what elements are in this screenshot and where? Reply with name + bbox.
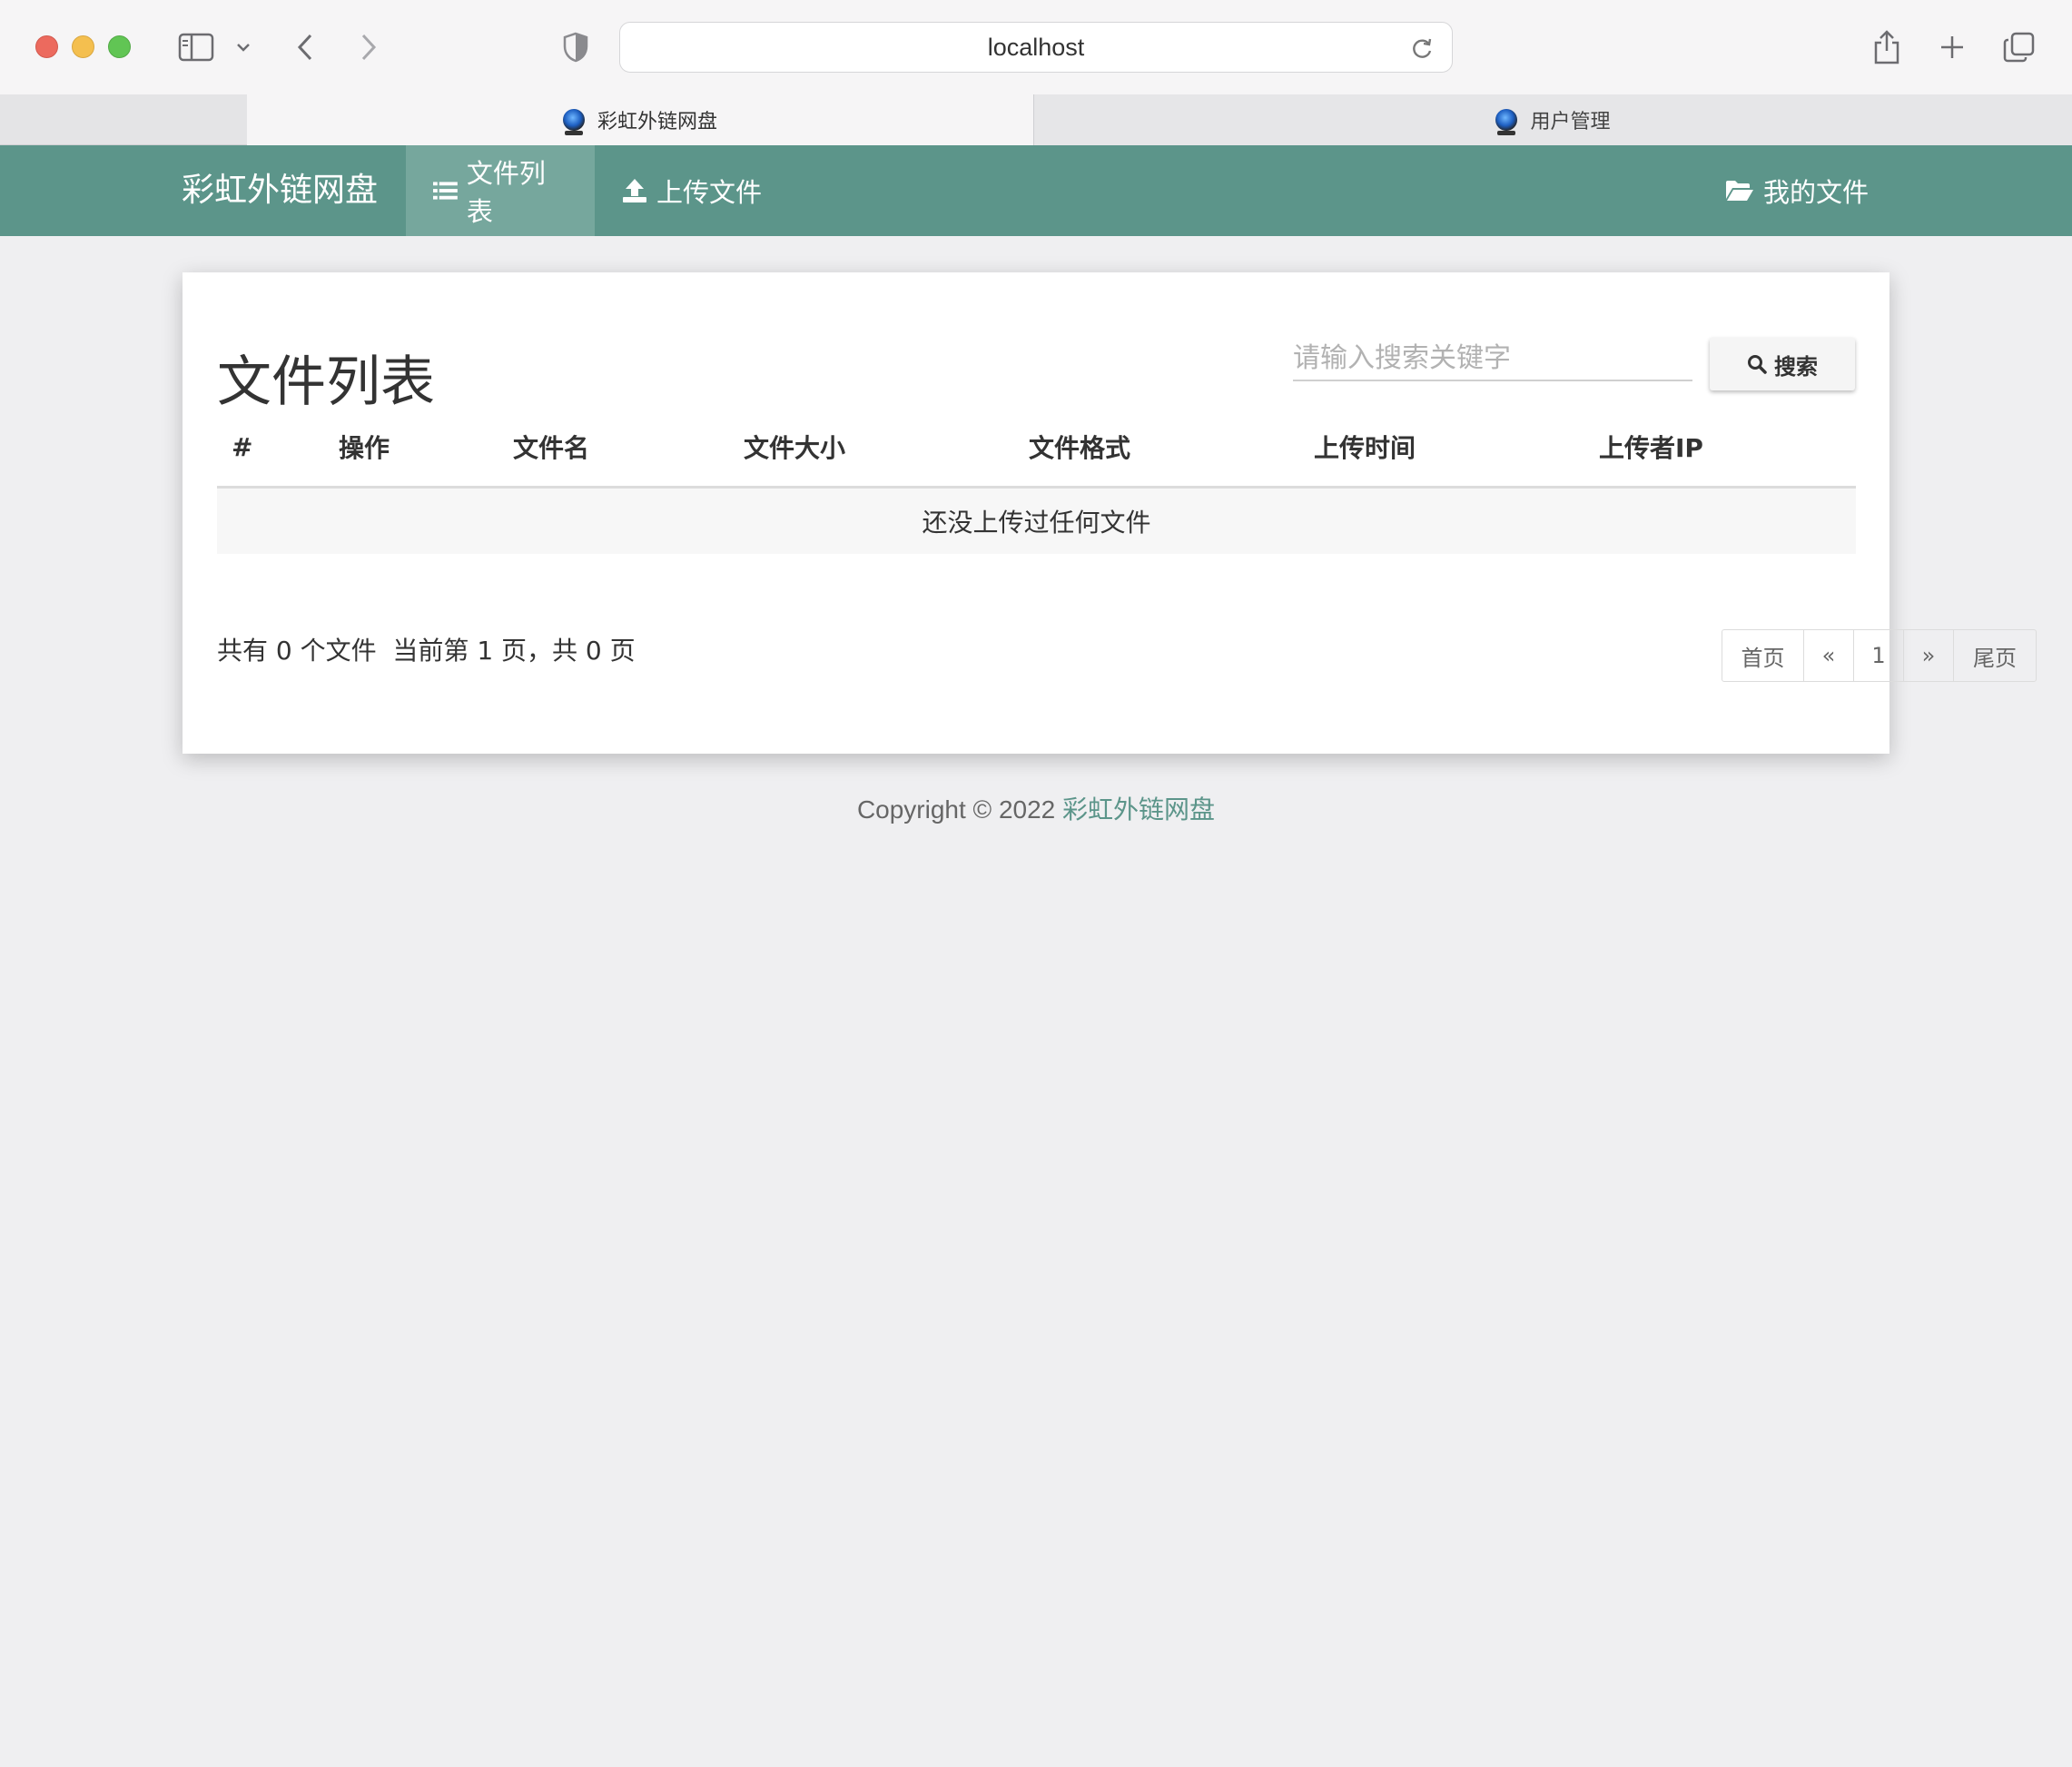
footer-brand-link[interactable]: 彩虹外链网盘 <box>1062 795 1215 824</box>
page-title: 文件列表 <box>217 350 435 414</box>
column-header-uploader-ip[interactable]: 上传者IP <box>1584 409 1856 489</box>
shield-icon[interactable] <box>561 25 590 69</box>
browser-window: localhost 彩虹外链网盘 用户管理 彩虹外链网盘 文件列表 上传文件 我… <box>0 0 2072 1767</box>
tab-cloud-disk[interactable]: 彩虹外链网盘 <box>247 94 1034 145</box>
folder-open-icon <box>1726 181 1753 201</box>
nav-upload-label: 上传文件 <box>656 177 763 208</box>
chevron-down-icon[interactable] <box>232 25 254 69</box>
search-button[interactable]: 搜索 <box>1710 338 1855 390</box>
search-icon <box>1748 355 1767 374</box>
forward-arrow-icon[interactable] <box>354 25 383 69</box>
address-bar[interactable]: localhost <box>619 22 1453 73</box>
nav-file-list-label: 文件列表 <box>466 158 546 227</box>
file-table: # 操作 文件名 文件大小 文件格式 上传时间 上传者IP 还没上传过任何文件 <box>217 409 1856 554</box>
brand-link[interactable]: 彩虹外链网盘 <box>182 145 378 236</box>
column-header-action[interactable]: 操作 <box>324 409 498 489</box>
browser-toolbar: localhost <box>0 0 2072 94</box>
sidebar-toggle-icon[interactable] <box>174 25 218 69</box>
web-page: 彩虹外链网盘 文件列表 上传文件 我的文件 文件列表 搜索 <box>0 145 2072 1767</box>
page-footer: Copyright © 2022 彩虹外链网盘 <box>0 790 2072 826</box>
nav-file-list[interactable]: 文件列表 <box>406 145 595 236</box>
site-favicon-icon <box>1495 109 1518 135</box>
url-text: localhost <box>987 33 1085 61</box>
zoom-window-button[interactable] <box>108 35 131 58</box>
browser-tab-bar: 彩虹外链网盘 用户管理 <box>0 94 2072 145</box>
file-count-summary: 共有 0 个文件 当前第 1 页，共 0 页 <box>217 636 636 666</box>
new-tab-plus-icon[interactable] <box>1934 25 1970 69</box>
pagination-last-page[interactable]: 尾页 <box>1954 630 2036 681</box>
search-button-label: 搜索 <box>1774 354 1818 380</box>
file-list-panel: 文件列表 搜索 # 操作 文件名 文件大小 文件格式 上传时间 上传者IP <box>183 272 2037 754</box>
pagination-page-1[interactable]: 1 <box>1854 630 1904 681</box>
back-arrow-icon[interactable] <box>291 25 320 69</box>
pagination-next[interactable]: » <box>1904 630 1954 681</box>
search-input[interactable] <box>1293 336 1692 381</box>
tab-user-management[interactable]: 用户管理 <box>1034 94 2072 145</box>
tab-label: 用户管理 <box>1530 111 1611 133</box>
nav-upload-file[interactable]: 上传文件 <box>595 145 789 236</box>
reload-icon[interactable] <box>1410 35 1434 64</box>
nav-my-files[interactable]: 我的文件 <box>1698 145 1896 236</box>
pagination: 首页 « 1 » 尾页 <box>1722 629 2037 682</box>
table-header-row: # 操作 文件名 文件大小 文件格式 上传时间 上传者IP <box>217 409 1856 489</box>
empty-table-message: 还没上传过任何文件 <box>217 487 1856 554</box>
share-icon[interactable] <box>1869 25 1905 69</box>
minimize-window-button[interactable] <box>72 35 94 58</box>
column-header-index[interactable]: # <box>217 409 324 489</box>
table-row: 还没上传过任何文件 <box>217 487 1856 554</box>
site-favicon-icon <box>562 109 585 135</box>
close-window-button[interactable] <box>35 35 58 58</box>
top-navbar: 彩虹外链网盘 文件列表 上传文件 我的文件 <box>0 145 2072 236</box>
tab-overview-icon[interactable] <box>2001 25 2037 69</box>
column-header-upload-time[interactable]: 上传时间 <box>1299 409 1584 489</box>
tab-label: 彩虹外链网盘 <box>597 111 717 133</box>
column-header-filename[interactable]: 文件名 <box>498 409 729 489</box>
column-header-format[interactable]: 文件格式 <box>1014 409 1299 489</box>
copyright-text: Copyright © 2022 <box>856 795 1063 824</box>
column-header-filesize[interactable]: 文件大小 <box>729 409 1014 489</box>
list-icon <box>433 182 458 200</box>
pagination-first-page[interactable]: 首页 <box>1722 630 1804 681</box>
nav-my-files-label: 我的文件 <box>1763 177 1870 208</box>
pagination-previous[interactable]: « <box>1804 630 1854 681</box>
upload-icon <box>623 179 646 202</box>
